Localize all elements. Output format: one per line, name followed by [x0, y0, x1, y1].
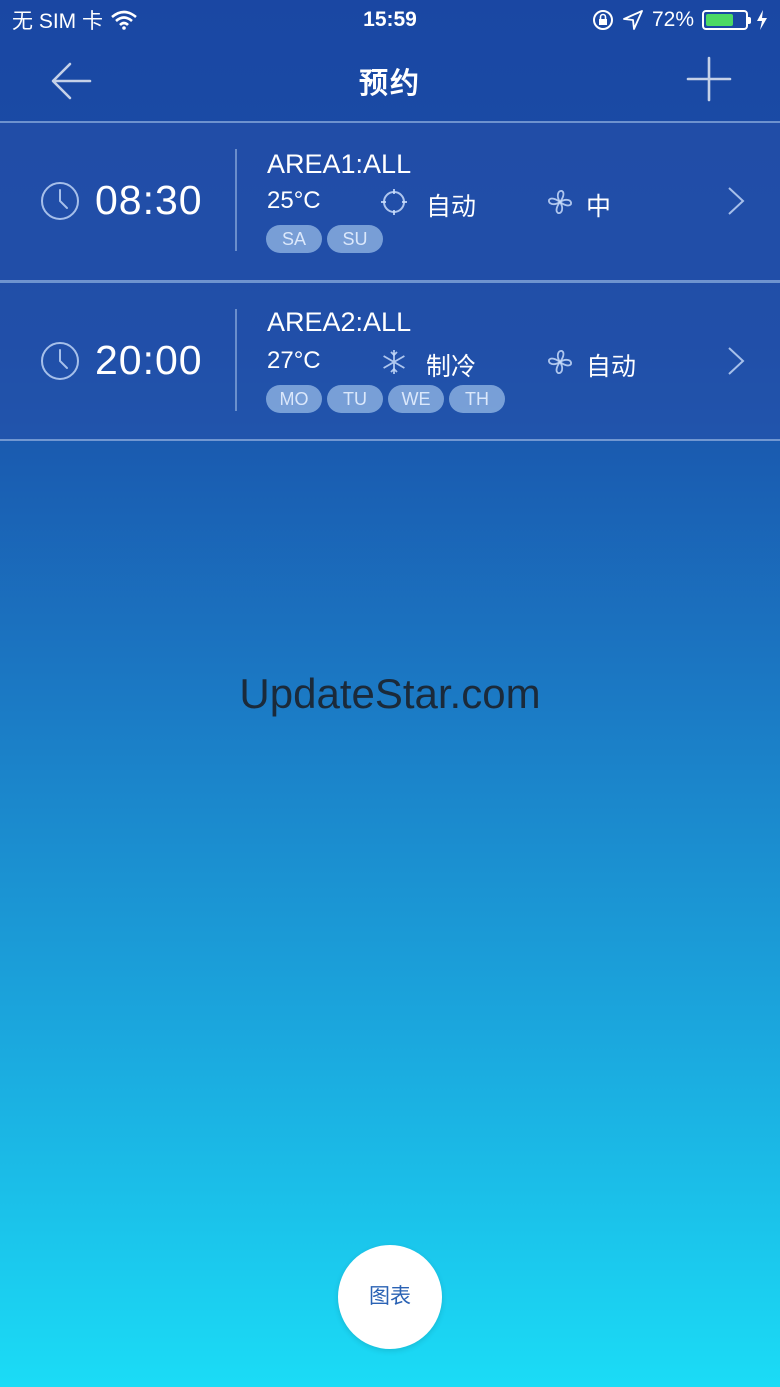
nav-bar: 预约: [0, 40, 780, 122]
clock-icon: [41, 342, 79, 380]
orientation-lock-icon: [592, 10, 613, 30]
day-chip: TU: [327, 385, 383, 413]
status-left: 无 SIM 卡: [12, 5, 137, 35]
battery-fill: [706, 14, 734, 26]
row-divider: [0, 439, 780, 441]
page-title: 预约: [358, 68, 421, 100]
auto-mode-icon: [381, 189, 407, 215]
schedule-mode: 自动: [426, 193, 477, 221]
chevron-right-icon[interactable]: [726, 346, 746, 376]
battery-icon: [702, 10, 751, 30]
schedule-area: AREA2:ALL: [267, 307, 412, 337]
wifi-icon: [111, 10, 137, 30]
row-separator: [235, 309, 237, 411]
fan-icon: [548, 190, 572, 214]
battery-percent: 72%: [651, 8, 694, 31]
status-bar: 无 SIM 卡 15:59 72%: [0, 0, 780, 40]
fan-icon: [548, 350, 572, 374]
day-chip: SU: [327, 225, 383, 253]
schedule-row[interactable]: 08:30 AREA1:ALL 25°C 自动 中 SA SU: [0, 123, 780, 281]
snowflake-icon: [383, 350, 405, 374]
schedule-temperature: 27°C: [267, 347, 321, 374]
clock-icon: [41, 182, 79, 220]
watermark: UpdateStar.com: [239, 670, 541, 717]
status-right: 72%: [592, 8, 768, 32]
battery-cap: [748, 17, 751, 24]
row-separator: [235, 149, 237, 251]
day-chip: TH: [449, 385, 505, 413]
charging-bolt-icon: [757, 10, 767, 30]
carrier-label: 无 SIM 卡: [12, 10, 104, 33]
day-chip: SA: [266, 225, 322, 253]
day-chips: MO TU WE TH: [266, 385, 505, 413]
chart-button[interactable]: 图表: [338, 1245, 442, 1349]
schedule-time: 08:30: [95, 177, 203, 223]
schedule-fan: 自动: [586, 353, 637, 381]
plus-icon[interactable]: [684, 54, 734, 104]
schedule-area: AREA1:ALL: [267, 149, 412, 179]
schedule-time: 20:00: [95, 337, 203, 383]
schedule-temperature: 25°C: [267, 187, 321, 214]
chevron-right-icon[interactable]: [726, 186, 746, 216]
day-chips: SA SU: [266, 225, 383, 253]
location-arrow-icon: [623, 10, 643, 30]
schedule-mode: 制冷: [426, 353, 477, 381]
arrow-left-icon[interactable]: [46, 56, 96, 106]
day-chip: WE: [388, 385, 444, 413]
day-chip: MO: [266, 385, 322, 413]
schedule-row[interactable]: 20:00 AREA2:ALL 27°C 制冷 自动 MO TU WE TH: [0, 283, 780, 441]
schedule-fan: 中: [586, 193, 612, 221]
